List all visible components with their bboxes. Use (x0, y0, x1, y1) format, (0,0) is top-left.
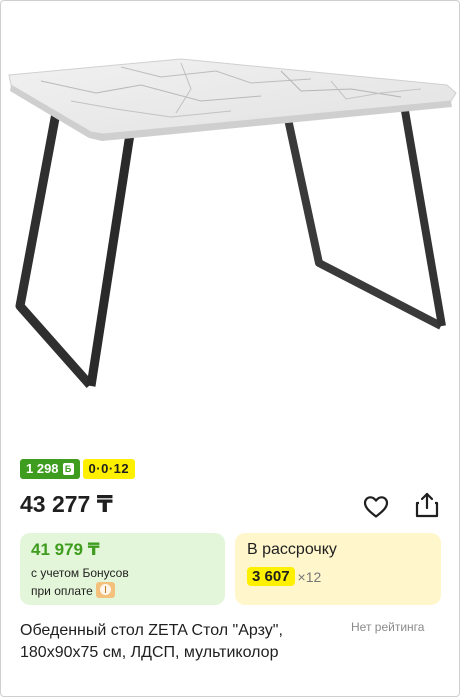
installment-badge: 0·0·12 (82, 459, 136, 479)
installment-title: В рассрочку (247, 541, 337, 558)
promo-badges: 1 298 Б 0·0·12 (20, 459, 136, 479)
share-button[interactable] (412, 490, 442, 520)
bonus-b-icon: Б (62, 463, 74, 475)
installment-amount: 3 607 (247, 567, 295, 586)
installment-row: 3 607 ×12 (247, 567, 321, 586)
share-icon (415, 492, 439, 518)
bonus-price-card[interactable]: 41 979 ₸ с учетом Бонусов при оплате (20, 533, 225, 605)
product-title[interactable]: Обеденный стол ZETA Стол "Арзу", 180x90x… (20, 620, 345, 664)
bonus-caption: с учетом Бонусов при оплате (31, 565, 129, 600)
bonus-badge-value: 1 298 (26, 461, 59, 476)
bonus-caption-line1: с учетом Бонусов (31, 566, 129, 580)
product-photo[interactable] (1, 1, 461, 449)
coin-icon (95, 582, 115, 598)
heart-icon (363, 496, 389, 518)
installment-months: ×12 (297, 568, 322, 585)
favorite-button[interactable] (361, 492, 391, 522)
bonus-price: 41 979 ₸ (31, 540, 100, 559)
rating-status: Нет рейтинга (351, 620, 425, 634)
bonus-caption-line2: при оплате (31, 582, 129, 600)
bonus-caption-line2-text: при оплате (31, 584, 93, 598)
product-price: 43 277 ₸ (20, 491, 113, 517)
bonus-badge: 1 298 Б (20, 459, 80, 479)
installment-card[interactable]: В рассрочку 3 607 ×12 (235, 533, 441, 605)
